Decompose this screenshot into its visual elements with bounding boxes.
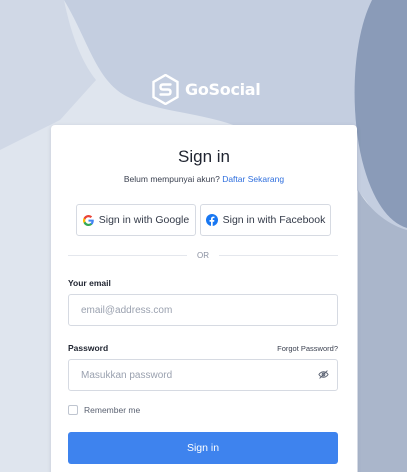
email-label: Your email <box>68 278 111 288</box>
facebook-button-label: Sign in with Facebook <box>222 214 326 226</box>
email-field-wrapper <box>68 294 338 326</box>
brand-name: GoSocial <box>185 80 261 99</box>
or-divider: OR <box>68 251 338 260</box>
divider-label: OR <box>197 251 209 260</box>
divider-line-left <box>68 255 187 256</box>
eye-off-icon[interactable] <box>318 369 329 380</box>
google-sign-in-button[interactable]: Sign in with Google <box>76 204 196 236</box>
email-field[interactable] <box>81 304 325 316</box>
register-link[interactable]: Daftar Sekarang <box>222 174 284 184</box>
brand-logo: GoSocial <box>152 74 261 105</box>
facebook-sign-in-button[interactable]: Sign in with Facebook <box>200 204 331 236</box>
page-title: Sign in <box>178 147 230 166</box>
password-field-wrapper <box>68 359 338 391</box>
password-label: Password <box>68 343 109 353</box>
divider-line-right <box>219 255 338 256</box>
google-button-label: Sign in with Google <box>98 214 190 226</box>
remember-me-label[interactable]: Remember me <box>84 405 140 415</box>
facebook-icon <box>205 214 218 226</box>
remember-me-checkbox[interactable] <box>68 405 78 415</box>
forgot-password-link[interactable]: Forgot Password? <box>277 344 338 353</box>
google-icon <box>82 214 94 226</box>
sign-in-button[interactable]: Sign in <box>68 432 338 464</box>
register-prompt: Belum mempunyai akun? Daftar Sekarang <box>51 174 357 184</box>
gosocial-logo-icon <box>152 74 179 105</box>
password-field[interactable] <box>81 369 325 381</box>
remember-me: Remember me <box>68 405 140 415</box>
register-prompt-text: Belum mempunyai akun? <box>123 174 220 184</box>
sign-in-card: Sign in Belum mempunyai akun? Daftar Sek… <box>51 125 357 472</box>
